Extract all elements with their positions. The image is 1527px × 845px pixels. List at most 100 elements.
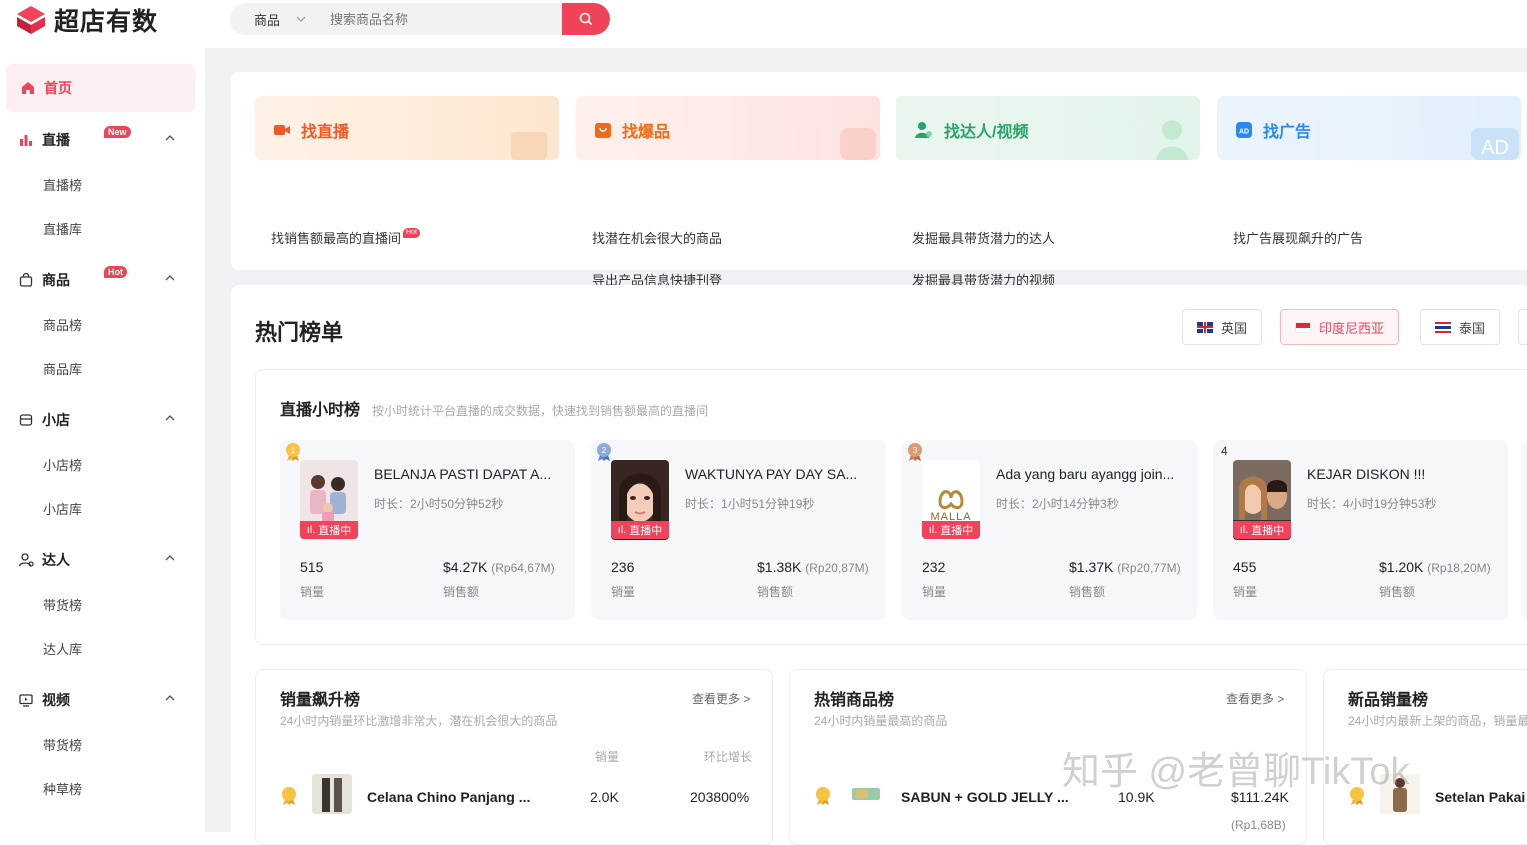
- sidebar: 首页 直播 New 直播榜 直播库 商品 Hot 商品榜 商品库 小店 小店榜 …: [0, 48, 205, 832]
- view-more-link[interactable]: 查看更多 >: [692, 690, 750, 707]
- country-tab-indonesia[interactable]: 印度尼西亚: [1280, 309, 1400, 345]
- feature-link[interactable]: 找销售额最高的直播间 Hot: [271, 228, 420, 247]
- live-revenue-label: 销售额: [1069, 585, 1106, 599]
- main-content: 找直播 找销售额最高的直播间 Hot 找爆品 找潜在机会很大的商品 导出产品信息快…: [205, 48, 1527, 845]
- search-input[interactable]: [330, 3, 562, 35]
- list-title: 热销商品榜: [814, 692, 895, 709]
- sidebar-item-shop-rank[interactable]: 小店榜: [0, 442, 205, 486]
- chevron-up-icon: [165, 415, 175, 421]
- sidebar-group-head[interactable]: 达人: [0, 538, 205, 582]
- gold-medal-icon: [816, 787, 830, 805]
- live-sales-value: 515: [300, 559, 324, 575]
- live-badge: ıl. 直播中: [922, 521, 980, 539]
- live-sales-label: 销量: [611, 585, 636, 599]
- chevron-down-icon: [296, 16, 306, 22]
- bar-chart-icon: [20, 135, 32, 146]
- svg-text:3: 3: [913, 446, 918, 455]
- ad-watermark-icon: AD: [1471, 128, 1519, 160]
- live-room-card-partial[interactable]: [1522, 440, 1527, 620]
- search-type-select[interactable]: 商品: [230, 10, 330, 29]
- list-subtitle: 24小时内销量环比激增非常大，潜在机会很大的商品: [280, 714, 558, 728]
- country-tab-thailand[interactable]: 泰国: [1420, 309, 1501, 345]
- live-room-card[interactable]: 2 ıl. 直播中 WAKTUNYA PAY DAY SA... 时长：1小时51…: [591, 440, 886, 620]
- product-name[interactable]: Celana Chino Panjang ...: [367, 789, 530, 805]
- chevron-up-icon: [165, 555, 175, 561]
- sidebar-item-live-library[interactable]: 直播库: [0, 206, 205, 250]
- live-room-name: KEJAR DISKON !!!: [1307, 466, 1426, 482]
- live-sales-label: 销量: [300, 585, 325, 599]
- sidebar-group-label: 视频: [42, 692, 70, 708]
- logo[interactable]: 超店有数: [14, 2, 158, 38]
- bag-icon: [595, 123, 611, 138]
- top-bar: 超店有数 商品: [0, 0, 1527, 48]
- country-tab-more[interactable]: [1518, 309, 1527, 345]
- live-duration: 时长：1小时51分钟19秒: [685, 497, 815, 511]
- chevron-up-icon: [165, 275, 175, 281]
- sidebar-item-video-sales-rank[interactable]: 带货榜: [0, 722, 205, 766]
- country-label: 印度尼西亚: [1319, 320, 1385, 336]
- store-icon: [19, 414, 33, 426]
- product-thumbnail: [312, 774, 352, 814]
- hot-badge: Hot: [403, 228, 420, 238]
- product-name[interactable]: Setelan Pakai: [1435, 789, 1525, 805]
- live-revenue-label: 销售额: [1379, 585, 1416, 599]
- view-more-link[interactable]: 查看更多 >: [1226, 690, 1284, 707]
- sidebar-group-products: 商品 Hot 商品榜 商品库: [0, 258, 205, 390]
- live-room-card[interactable]: 3 MALLA ıl. 直播中 Ada yang baru ayangg join…: [902, 440, 1197, 620]
- sidebar-group-label: 商品: [42, 272, 70, 288]
- live-revenue-value: $1.20K (Rp18,20M): [1379, 559, 1491, 575]
- thailand-flag-icon: [1435, 321, 1451, 333]
- sales-surge-ranking: 销量飙升榜 24小时内销量环比激增非常大，潜在机会很大的商品 查看更多 > 销量…: [255, 669, 773, 845]
- sidebar-item-live-rank[interactable]: 直播榜: [0, 162, 205, 206]
- live-sales-value: 455: [1233, 559, 1257, 575]
- feature-link[interactable]: 发掘最具带货潜力的达人: [912, 228, 1055, 247]
- sidebar-item-home[interactable]: 首页: [6, 64, 195, 112]
- sidebar-group-head[interactable]: 小店: [0, 398, 205, 442]
- feature-find-live[interactable]: 找直播: [255, 96, 559, 160]
- indonesia-flag-icon: [1295, 321, 1311, 333]
- column-header-sales: 销量: [595, 750, 620, 764]
- live-sales-label: 销量: [1233, 585, 1258, 599]
- sidebar-item-creator-rank[interactable]: 带货榜: [0, 582, 205, 626]
- live-duration: 时长：2小时14分钟3秒: [996, 497, 1119, 511]
- hot-badge: Hot: [104, 266, 127, 278]
- svg-text:AD: AD: [1239, 129, 1249, 136]
- live-revenue-value: $1.37K (Rp20,77M): [1069, 559, 1181, 575]
- watermark: 知乎 @老曾聊TikTok: [1062, 751, 1410, 793]
- feature-find-creators[interactable]: 找达人/视频: [896, 96, 1200, 160]
- sidebar-group-shops: 小店 小店榜 小店库: [0, 398, 205, 530]
- svg-text:AD: AD: [1481, 137, 1509, 159]
- live-duration: 时长：4小时19分钟53秒: [1307, 497, 1437, 511]
- video-icon: [274, 125, 290, 135]
- feature-link[interactable]: 找广告展现飙升的广告: [1233, 228, 1363, 247]
- sidebar-item-shop-library[interactable]: 小店库: [0, 486, 205, 530]
- sidebar-item-product-library[interactable]: 商品库: [0, 346, 205, 390]
- home-icon: [22, 82, 34, 94]
- live-room-card[interactable]: 4 ıl. 直播中 KEJAR DISKON !!! 时长：4小时19分钟53秒 …: [1213, 440, 1508, 620]
- silver-medal-icon: 2: [597, 443, 611, 461]
- product-name[interactable]: SABUN + GOLD JELLY ...: [901, 789, 1069, 805]
- live-sales-label: 销量: [922, 585, 947, 599]
- sidebar-item-video-seeding-rank[interactable]: 种草榜: [0, 766, 205, 810]
- sidebar-item-product-rank[interactable]: 商品榜: [0, 302, 205, 346]
- sidebar-item-creator-library[interactable]: 达人库: [0, 626, 205, 670]
- feature-link[interactable]: 找潜在机会很大的商品: [592, 228, 722, 247]
- country-label: 泰国: [1459, 320, 1486, 336]
- sidebar-group-head[interactable]: 视频: [0, 678, 205, 722]
- feature-find-hot-products[interactable]: 找爆品: [576, 96, 880, 160]
- country-label: 英国: [1221, 320, 1248, 336]
- search-button[interactable]: [562, 3, 610, 35]
- search-type-label: 商品: [254, 12, 281, 28]
- sidebar-group-label: 达人: [42, 552, 70, 568]
- feature-find-ads[interactable]: AD 找广告 AD: [1217, 96, 1521, 160]
- list-subtitle: 24小时内最新上架的商品，销量最: [1348, 714, 1527, 728]
- svg-text:2: 2: [602, 446, 607, 455]
- live-room-card[interactable]: 1 ıl. 直播中 BELANJA PASTI DAPAT A... 时长：2小时…: [280, 440, 575, 620]
- sidebar-group-head[interactable]: 直播 New: [0, 118, 205, 162]
- country-tab-uk[interactable]: 英国: [1182, 309, 1263, 345]
- user-icon: [18, 553, 34, 567]
- feature-title: 找直播: [273, 118, 349, 142]
- live-duration: 时长：2小时50分钟52秒: [374, 497, 504, 511]
- product-thumbnail: [846, 774, 886, 814]
- sidebar-group-head[interactable]: 商品 Hot: [0, 258, 205, 302]
